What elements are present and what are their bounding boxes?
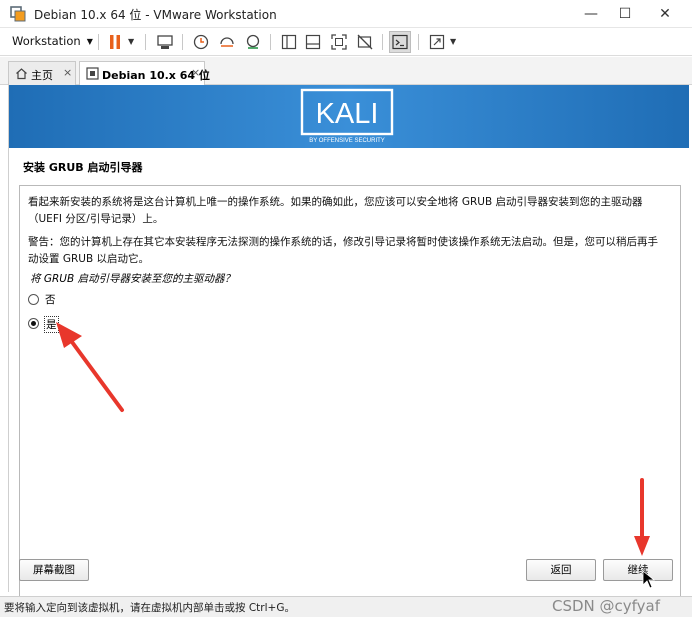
status-message: 要将输入定向到该虚拟机，请在虚拟机内部单击或按 Ctrl+G。 (4, 602, 295, 614)
tab-home[interactable]: 主页 × (8, 61, 76, 85)
kali-logo: KALI BY OFFENSIVE SECURITY (300, 88, 394, 144)
radio-yes[interactable] (28, 318, 39, 329)
thumbnail-bar-icon[interactable] (304, 33, 322, 51)
workstation-menu[interactable]: Workstation ▼ (12, 34, 93, 48)
radio-no[interactable] (28, 294, 39, 305)
tab-close-icon[interactable]: × (191, 66, 200, 79)
workstation-menu-label: Workstation (12, 34, 81, 48)
back-button[interactable]: 返回 (526, 559, 596, 581)
pause-icon[interactable] (106, 33, 124, 51)
status-bar: 要将输入定向到该虚拟机，请在虚拟机内部单击或按 Ctrl+G。 CSDN @cy… (0, 596, 692, 617)
warning-paragraph: 警告：您的计算机上存在其它本安装程序无法探测的操作系统的话，修改引导记录将暂时使… (28, 236, 658, 265)
vm-icon (86, 67, 99, 80)
screenshot-button[interactable]: 屏幕截图 (19, 559, 89, 581)
csdn-watermark: CSDN @cyfyaf (552, 597, 661, 615)
stretch-icon[interactable] (428, 33, 446, 51)
toolbar-separator (98, 34, 99, 50)
vmware-icon (10, 6, 26, 22)
installer-content-panel: 看起来新安装的系统将是这台计算机上唯一的操作系统。如果的确如此，您应该可以安全地… (19, 185, 681, 617)
option-yes-label[interactable]: 是 (44, 316, 59, 333)
kali-logo-text: KALI (316, 98, 379, 130)
tab-home-label: 主页 (31, 69, 53, 82)
toolbar: Workstation ▼ ▼ ▼ (0, 28, 692, 56)
vm-console[interactable]: KALI BY OFFENSIVE SECURITY 安装 GRUB 启动引导器… (8, 85, 689, 617)
toolbar-separator (145, 34, 146, 50)
snapshot-icon[interactable] (192, 33, 210, 51)
toolbar-separator (418, 34, 419, 50)
console-icon (392, 34, 408, 50)
toolbar-separator (182, 34, 183, 50)
full-screen-icon[interactable] (330, 33, 348, 51)
window-title: Debian 10.x 64 位 - VMware Workstation (34, 8, 277, 22)
chevron-down-icon: ▼ (86, 37, 93, 46)
tab-debian-vm[interactable]: Debian 10.x 64 位 × (79, 61, 210, 85)
snapshot-manager-icon[interactable] (244, 33, 262, 51)
tab-close-icon[interactable]: × (63, 66, 72, 79)
installer-step-title: 安装 GRUB 启动引导器 (23, 161, 143, 174)
continue-button[interactable]: 继续 (603, 559, 673, 581)
minimize-button[interactable]: — (580, 4, 602, 24)
home-icon (16, 68, 27, 80)
close-button[interactable]: ✕ (654, 4, 676, 24)
library-view-icon[interactable] (280, 33, 298, 51)
pause-dropdown-icon[interactable]: ▼ (128, 37, 134, 46)
toolbar-separator (382, 34, 383, 50)
grub-install-question: 将 GRUB 启动引导器安装至您的主驱动器？ (30, 273, 235, 285)
unity-mode-icon[interactable] (356, 33, 374, 51)
toolbar-separator (270, 34, 271, 50)
option-no-label[interactable]: 否 (44, 292, 57, 307)
kali-logo-subtitle: BY OFFENSIVE SECURITY (309, 138, 385, 144)
tab-bar: 主页 × Debian 10.x 64 位 × (0, 57, 692, 85)
maximize-button[interactable]: ☐ (614, 4, 636, 24)
send-ctrl-alt-del-icon[interactable] (156, 33, 174, 51)
stretch-dropdown-icon[interactable]: ▼ (450, 37, 456, 46)
revert-snapshot-icon[interactable] (218, 33, 236, 51)
window-title-bar: Debian 10.x 64 位 - VMware Workstation — … (0, 0, 692, 28)
kali-banner: KALI BY OFFENSIVE SECURITY (9, 85, 689, 148)
info-paragraph: 看起来新安装的系统将是这台计算机上唯一的操作系统。如果的确如此，您应该可以安全地… (28, 196, 643, 225)
